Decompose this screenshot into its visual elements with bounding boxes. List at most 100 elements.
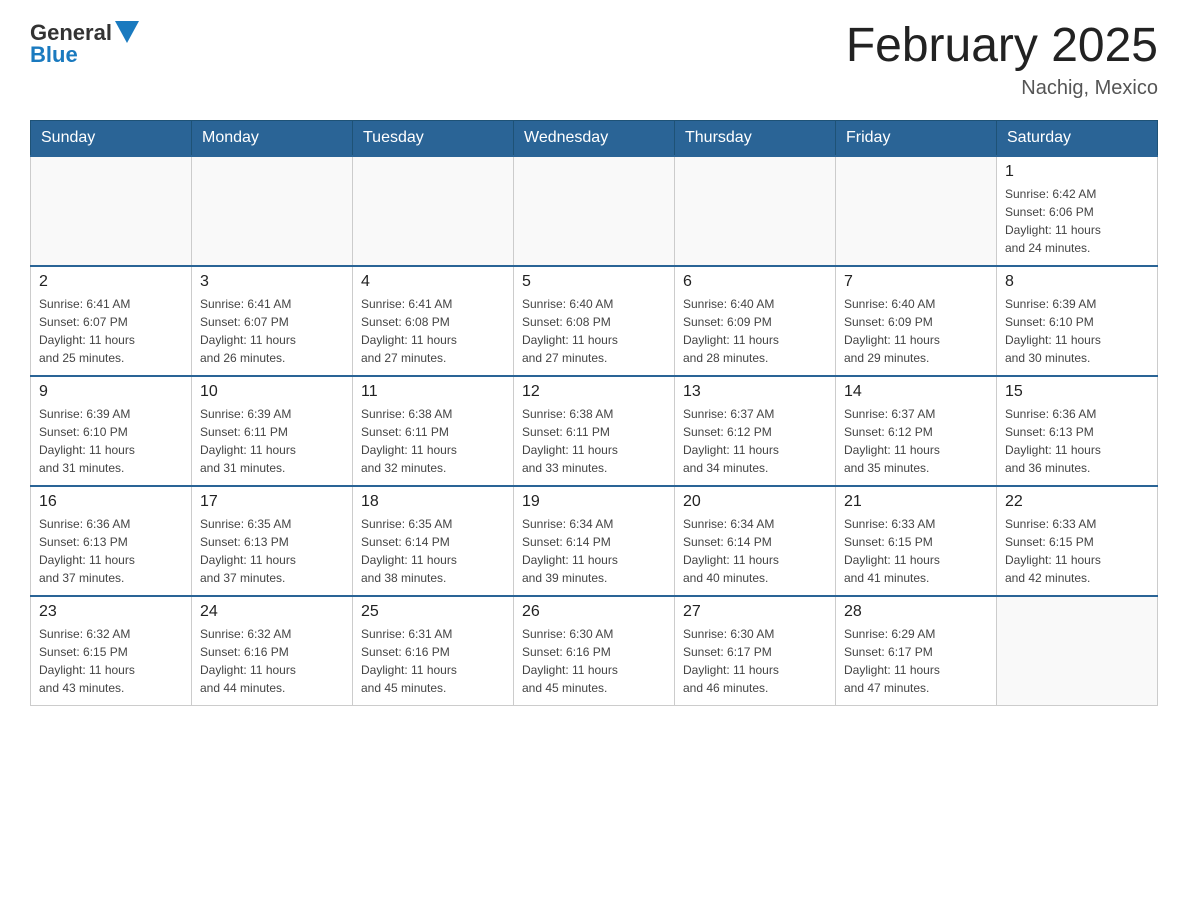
month-title: February 2025 xyxy=(846,20,1158,73)
day-header-saturday: Saturday xyxy=(997,120,1158,156)
day-info: Sunrise: 6:33 AM Sunset: 6:15 PM Dayligh… xyxy=(1005,515,1149,587)
calendar-cell: 16 Sunrise: 6:36 AM Sunset: 6:13 PM Dayli… xyxy=(31,486,192,596)
day-number: 25 xyxy=(361,603,505,621)
day-number: 23 xyxy=(39,603,183,621)
logo-blue-text: Blue xyxy=(30,42,78,68)
day-info: Sunrise: 6:40 AM Sunset: 6:09 PM Dayligh… xyxy=(683,295,827,367)
day-info: Sunrise: 6:40 AM Sunset: 6:08 PM Dayligh… xyxy=(522,295,666,367)
day-header-thursday: Thursday xyxy=(675,120,836,156)
week-row-4: 16 Sunrise: 6:36 AM Sunset: 6:13 PM Dayli… xyxy=(31,486,1158,596)
calendar-cell xyxy=(192,156,353,266)
calendar-cell: 13Sunrise: 6:37 AM Sunset: 6:12 PM Dayli… xyxy=(675,376,836,486)
day-number: 15 xyxy=(1005,383,1149,401)
day-number: 8 xyxy=(1005,273,1149,291)
day-info: Sunrise: 6:39 AM Sunset: 6:11 PM Dayligh… xyxy=(200,405,344,477)
day-number: 4 xyxy=(361,273,505,291)
calendar-cell: 9Sunrise: 6:39 AM Sunset: 6:10 PM Daylig… xyxy=(31,376,192,486)
day-info: Sunrise: 6:38 AM Sunset: 6:11 PM Dayligh… xyxy=(361,405,505,477)
day-number: 9 xyxy=(39,383,183,401)
day-info: Sunrise: 6:39 AM Sunset: 6:10 PM Dayligh… xyxy=(1005,295,1149,367)
day-info: Sunrise: 6:29 AM Sunset: 6:17 PM Dayligh… xyxy=(844,625,988,697)
calendar-cell: 20 Sunrise: 6:34 AM Sunset: 6:14 PM Dayli… xyxy=(675,486,836,596)
day-number: 1 xyxy=(1005,163,1149,181)
day-number: 22 xyxy=(1005,493,1149,511)
day-info: Sunrise: 6:32 AM Sunset: 6:16 PM Dayligh… xyxy=(200,625,344,697)
week-row-5: 23Sunrise: 6:32 AM Sunset: 6:15 PM Dayli… xyxy=(31,596,1158,706)
calendar-cell: 10 Sunrise: 6:39 AM Sunset: 6:11 PM Dayli… xyxy=(192,376,353,486)
day-info: Sunrise: 6:34 AM Sunset: 6:14 PM Dayligh… xyxy=(683,515,827,587)
calendar-cell: 25 Sunrise: 6:31 AM Sunset: 6:16 PM Dayli… xyxy=(353,596,514,706)
day-info: Sunrise: 6:36 AM Sunset: 6:13 PM Dayligh… xyxy=(39,515,183,587)
day-info: Sunrise: 6:30 AM Sunset: 6:17 PM Dayligh… xyxy=(683,625,827,697)
day-number: 2 xyxy=(39,273,183,291)
day-info: Sunrise: 6:40 AM Sunset: 6:09 PM Dayligh… xyxy=(844,295,988,367)
calendar-cell: 28 Sunrise: 6:29 AM Sunset: 6:17 PM Dayli… xyxy=(836,596,997,706)
page-header: General Blue February 2025 Nachig, Mexic… xyxy=(30,20,1158,100)
day-info: Sunrise: 6:42 AM Sunset: 6:06 PM Dayligh… xyxy=(1005,185,1149,257)
day-info: Sunrise: 6:30 AM Sunset: 6:16 PM Dayligh… xyxy=(522,625,666,697)
calendar-cell: 6 Sunrise: 6:40 AM Sunset: 6:09 PM Daylig… xyxy=(675,266,836,376)
day-number: 14 xyxy=(844,383,988,401)
day-number: 19 xyxy=(522,493,666,511)
calendar-cell xyxy=(675,156,836,266)
day-header-wednesday: Wednesday xyxy=(514,120,675,156)
day-number: 11 xyxy=(361,383,505,401)
calendar-cell: 3 Sunrise: 6:41 AM Sunset: 6:07 PM Daylig… xyxy=(192,266,353,376)
calendar-cell: 2 Sunrise: 6:41 AM Sunset: 6:07 PM Daylig… xyxy=(31,266,192,376)
week-row-2: 2 Sunrise: 6:41 AM Sunset: 6:07 PM Daylig… xyxy=(31,266,1158,376)
day-number: 24 xyxy=(200,603,344,621)
calendar-header-row: SundayMondayTuesdayWednesdayThursdayFrid… xyxy=(31,120,1158,156)
calendar-cell: 19Sunrise: 6:34 AM Sunset: 6:14 PM Dayli… xyxy=(514,486,675,596)
day-number: 3 xyxy=(200,273,344,291)
calendar-cell: 14Sunrise: 6:37 AM Sunset: 6:12 PM Dayli… xyxy=(836,376,997,486)
day-header-tuesday: Tuesday xyxy=(353,120,514,156)
calendar-cell xyxy=(353,156,514,266)
calendar-cell: 5 Sunrise: 6:40 AM Sunset: 6:08 PM Daylig… xyxy=(514,266,675,376)
calendar-cell: 17 Sunrise: 6:35 AM Sunset: 6:13 PM Dayli… xyxy=(192,486,353,596)
day-number: 18 xyxy=(361,493,505,511)
calendar-table: SundayMondayTuesdayWednesdayThursdayFrid… xyxy=(30,120,1158,707)
calendar-cell: 12Sunrise: 6:38 AM Sunset: 6:11 PM Dayli… xyxy=(514,376,675,486)
calendar-cell: 4 Sunrise: 6:41 AM Sunset: 6:08 PM Daylig… xyxy=(353,266,514,376)
day-number: 10 xyxy=(200,383,344,401)
calendar-cell: 8 Sunrise: 6:39 AM Sunset: 6:10 PM Daylig… xyxy=(997,266,1158,376)
day-info: Sunrise: 6:38 AM Sunset: 6:11 PM Dayligh… xyxy=(522,405,666,477)
week-row-3: 9Sunrise: 6:39 AM Sunset: 6:10 PM Daylig… xyxy=(31,376,1158,486)
calendar-cell: 15 Sunrise: 6:36 AM Sunset: 6:13 PM Dayli… xyxy=(997,376,1158,486)
logo-arrow-icon xyxy=(115,21,139,43)
week-row-1: 1 Sunrise: 6:42 AM Sunset: 6:06 PM Daylig… xyxy=(31,156,1158,266)
calendar-cell xyxy=(997,596,1158,706)
logo: General Blue xyxy=(30,20,139,68)
calendar-cell: 23Sunrise: 6:32 AM Sunset: 6:15 PM Dayli… xyxy=(31,596,192,706)
day-number: 13 xyxy=(683,383,827,401)
title-area: February 2025 Nachig, Mexico xyxy=(846,20,1158,100)
day-number: 20 xyxy=(683,493,827,511)
calendar-cell: 18 Sunrise: 6:35 AM Sunset: 6:14 PM Dayli… xyxy=(353,486,514,596)
calendar-cell: 24 Sunrise: 6:32 AM Sunset: 6:16 PM Dayli… xyxy=(192,596,353,706)
day-info: Sunrise: 6:35 AM Sunset: 6:13 PM Dayligh… xyxy=(200,515,344,587)
day-info: Sunrise: 6:35 AM Sunset: 6:14 PM Dayligh… xyxy=(361,515,505,587)
calendar-cell: 26 Sunrise: 6:30 AM Sunset: 6:16 PM Dayli… xyxy=(514,596,675,706)
day-number: 16 xyxy=(39,493,183,511)
day-header-friday: Friday xyxy=(836,120,997,156)
day-number: 28 xyxy=(844,603,988,621)
day-info: Sunrise: 6:36 AM Sunset: 6:13 PM Dayligh… xyxy=(1005,405,1149,477)
calendar-cell xyxy=(514,156,675,266)
day-number: 17 xyxy=(200,493,344,511)
location-text: Nachig, Mexico xyxy=(846,77,1158,100)
day-number: 7 xyxy=(844,273,988,291)
calendar-cell: 22 Sunrise: 6:33 AM Sunset: 6:15 PM Dayli… xyxy=(997,486,1158,596)
day-number: 26 xyxy=(522,603,666,621)
calendar-cell xyxy=(31,156,192,266)
day-info: Sunrise: 6:41 AM Sunset: 6:07 PM Dayligh… xyxy=(200,295,344,367)
calendar-cell: 27Sunrise: 6:30 AM Sunset: 6:17 PM Dayli… xyxy=(675,596,836,706)
calendar-cell: 7 Sunrise: 6:40 AM Sunset: 6:09 PM Daylig… xyxy=(836,266,997,376)
day-number: 5 xyxy=(522,273,666,291)
day-info: Sunrise: 6:41 AM Sunset: 6:08 PM Dayligh… xyxy=(361,295,505,367)
calendar-cell: 21Sunrise: 6:33 AM Sunset: 6:15 PM Dayli… xyxy=(836,486,997,596)
day-info: Sunrise: 6:31 AM Sunset: 6:16 PM Dayligh… xyxy=(361,625,505,697)
day-number: 6 xyxy=(683,273,827,291)
calendar-cell xyxy=(836,156,997,266)
calendar-cell: 1 Sunrise: 6:42 AM Sunset: 6:06 PM Daylig… xyxy=(997,156,1158,266)
day-info: Sunrise: 6:41 AM Sunset: 6:07 PM Dayligh… xyxy=(39,295,183,367)
